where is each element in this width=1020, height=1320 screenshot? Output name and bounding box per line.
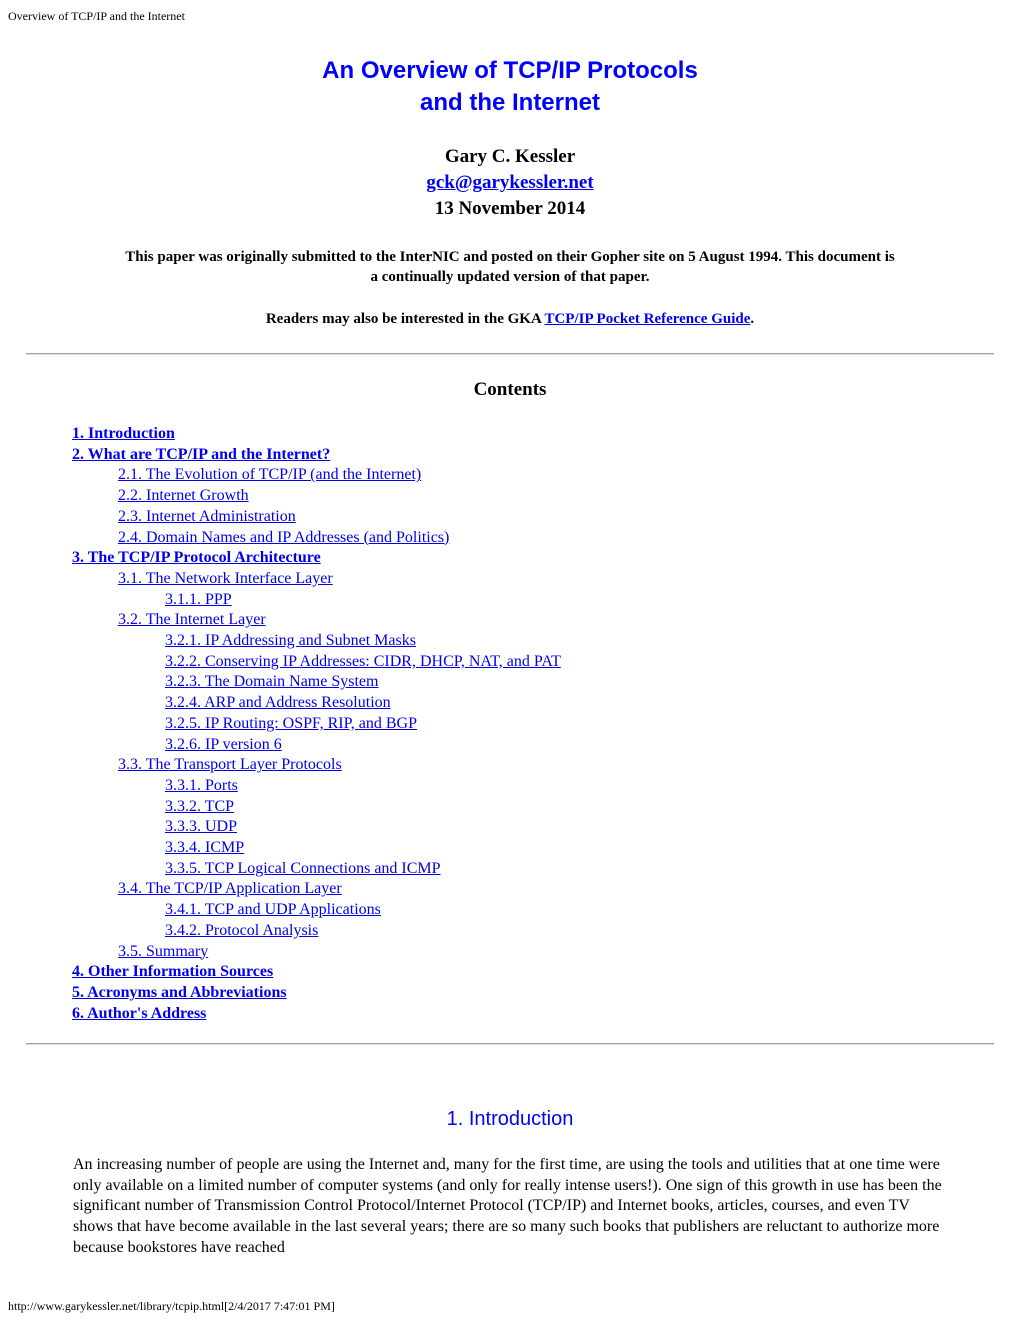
toc-link[interactable]: 3.3.5. TCP Logical Connections and ICMP <box>165 860 441 877</box>
toc-link[interactable]: 3.3.3. UDP <box>165 818 237 835</box>
toc-link[interactable]: 2. What are TCP/IP and the Internet? <box>72 446 330 463</box>
toc-item: 2.3. Internet Administration <box>72 507 561 528</box>
toc-link[interactable]: 3.2. The Internet Layer <box>118 611 266 628</box>
toc-item: 1. Introduction <box>72 424 561 445</box>
toc-link[interactable]: 3.2.3. The Domain Name System <box>165 673 378 690</box>
toc-link[interactable]: 2.1. The Evolution of TCP/IP (and the In… <box>118 466 421 483</box>
author-name: Gary C. Kessler <box>444 146 576 167</box>
toc-item: 3.5. Summary <box>72 942 561 963</box>
toc-link[interactable]: 3.4.1. TCP and UDP Applications <box>165 901 381 918</box>
toc-link[interactable]: 3.3.1. Ports <box>165 777 238 794</box>
readers-note-suffix: . <box>750 311 755 327</box>
toc-item: 3.2.2. Conserving IP Addresses: CIDR, DH… <box>72 652 561 673</box>
publication-date: 13 November 2014 <box>434 198 586 219</box>
divider <box>26 353 994 355</box>
toc-link[interactable]: 3.1.1. PPP <box>165 591 232 608</box>
document-title-line-1: An Overview of TCP/IP Protocols <box>322 57 698 84</box>
section-heading-introduction: 1. Introduction <box>446 1108 574 1130</box>
toc-link[interactable]: 6. Author's Address <box>72 1005 206 1022</box>
readers-note: Readers may also be interested in the GK… <box>120 309 900 329</box>
toc-link[interactable]: 3.2.5. IP Routing: OSPF, RIP, and BGP <box>165 715 417 732</box>
toc-item: 3.2.3. The Domain Name System <box>72 672 561 693</box>
toc-item: 3.2.6. IP version 6 <box>72 735 561 756</box>
toc-item: 3.3.1. Ports <box>72 776 561 797</box>
author-email-link[interactable]: gck@garykessler.net <box>426 172 593 193</box>
introduction-paragraph: An increasing number of people are using… <box>73 1156 942 1256</box>
toc-link[interactable]: 2.3. Internet Administration <box>118 508 296 525</box>
toc-link[interactable]: 3. The TCP/IP Protocol Architecture <box>72 549 321 566</box>
toc-item: 3.4.2. Protocol Analysis <box>72 921 561 942</box>
toc-link[interactable]: 3.3.4. ICMP <box>165 839 244 856</box>
author-block: Gary C. Kessler gck@garykessler.net 13 N… <box>0 144 1020 222</box>
contents-heading: Contents <box>473 379 547 400</box>
table-of-contents: 1. Introduction 2. What are TCP/IP and th… <box>72 424 561 1024</box>
toc-link[interactable]: 4. Other Information Sources <box>72 963 273 980</box>
toc-link[interactable]: 3.3.2. TCP <box>165 798 234 815</box>
toc-item: 3.2.1. IP Addressing and Subnet Masks <box>72 631 561 652</box>
toc-item: 3.4. The TCP/IP Application Layer <box>72 879 561 900</box>
toc-item: 3. The TCP/IP Protocol Architecture <box>72 548 561 569</box>
toc-link[interactable]: 3.1. The Network Interface Layer <box>118 570 333 587</box>
toc-item: 2.1. The Evolution of TCP/IP (and the In… <box>72 465 561 486</box>
toc-link[interactable]: 3.2.2. Conserving IP Addresses: CIDR, DH… <box>165 653 561 670</box>
print-header: Overview of TCP/IP and the Internet <box>8 9 185 23</box>
print-footer-url: http://www.garykessler.net/library/tcpip… <box>8 1299 335 1313</box>
toc-item: 3.3.3. UDP <box>72 817 561 838</box>
toc-item: 3.3.5. TCP Logical Connections and ICMP <box>72 859 561 880</box>
toc-link[interactable]: 3.4. The TCP/IP Application Layer <box>118 880 342 897</box>
toc-item: 3.1. The Network Interface Layer <box>72 569 561 590</box>
toc-item: 3.3. The Transport Layer Protocols <box>72 755 561 776</box>
toc-item: 3.2.5. IP Routing: OSPF, RIP, and BGP <box>72 714 561 735</box>
document-title-line-2: and the Internet <box>419 89 600 116</box>
toc-link[interactable]: 3.3. The Transport Layer Protocols <box>118 756 342 773</box>
toc-link[interactable]: 2.4. Domain Names and IP Addresses (and … <box>118 529 449 546</box>
toc-link[interactable]: 3.4.2. Protocol Analysis <box>165 922 318 939</box>
divider <box>26 1043 994 1045</box>
toc-link[interactable]: 3.2.4. ARP and Address Resolution <box>165 694 391 711</box>
readers-note-prefix: Readers may also be interested in the GK… <box>265 311 545 327</box>
toc-item: 3.3.4. ICMP <box>72 838 561 859</box>
toc-item: 2.2. Internet Growth <box>72 486 561 507</box>
toc-item: 3.3.2. TCP <box>72 797 561 818</box>
toc-link[interactable]: 5. Acronyms and Abbreviations <box>72 984 287 1001</box>
toc-item: 3.4.1. TCP and UDP Applications <box>72 900 561 921</box>
document-title: An Overview of TCP/IP Protocols and the … <box>0 55 1020 119</box>
toc-item: 2. What are TCP/IP and the Internet? <box>72 445 561 466</box>
origin-note: This paper was originally submitted to t… <box>125 249 895 285</box>
toc-item: 2.4. Domain Names and IP Addresses (and … <box>72 528 561 549</box>
toc-link[interactable]: 2.2. Internet Growth <box>118 487 249 504</box>
toc-item: 4. Other Information Sources <box>72 962 561 983</box>
pocket-reference-guide-link[interactable]: TCP/IP Pocket Reference Guide <box>544 311 750 327</box>
toc-link[interactable]: 3.2.1. IP Addressing and Subnet Masks <box>165 632 416 649</box>
toc-item: 3.2. The Internet Layer <box>72 610 561 631</box>
toc-item: 3.2.4. ARP and Address Resolution <box>72 693 561 714</box>
toc-link[interactable]: 3.5. Summary <box>118 943 208 960</box>
toc-item: 3.1.1. PPP <box>72 590 561 611</box>
toc-item: 6. Author's Address <box>72 1004 561 1025</box>
toc-item: 5. Acronyms and Abbreviations <box>72 983 561 1004</box>
toc-link[interactable]: 1. Introduction <box>72 425 175 442</box>
toc-link[interactable]: 3.2.6. IP version 6 <box>165 736 282 753</box>
